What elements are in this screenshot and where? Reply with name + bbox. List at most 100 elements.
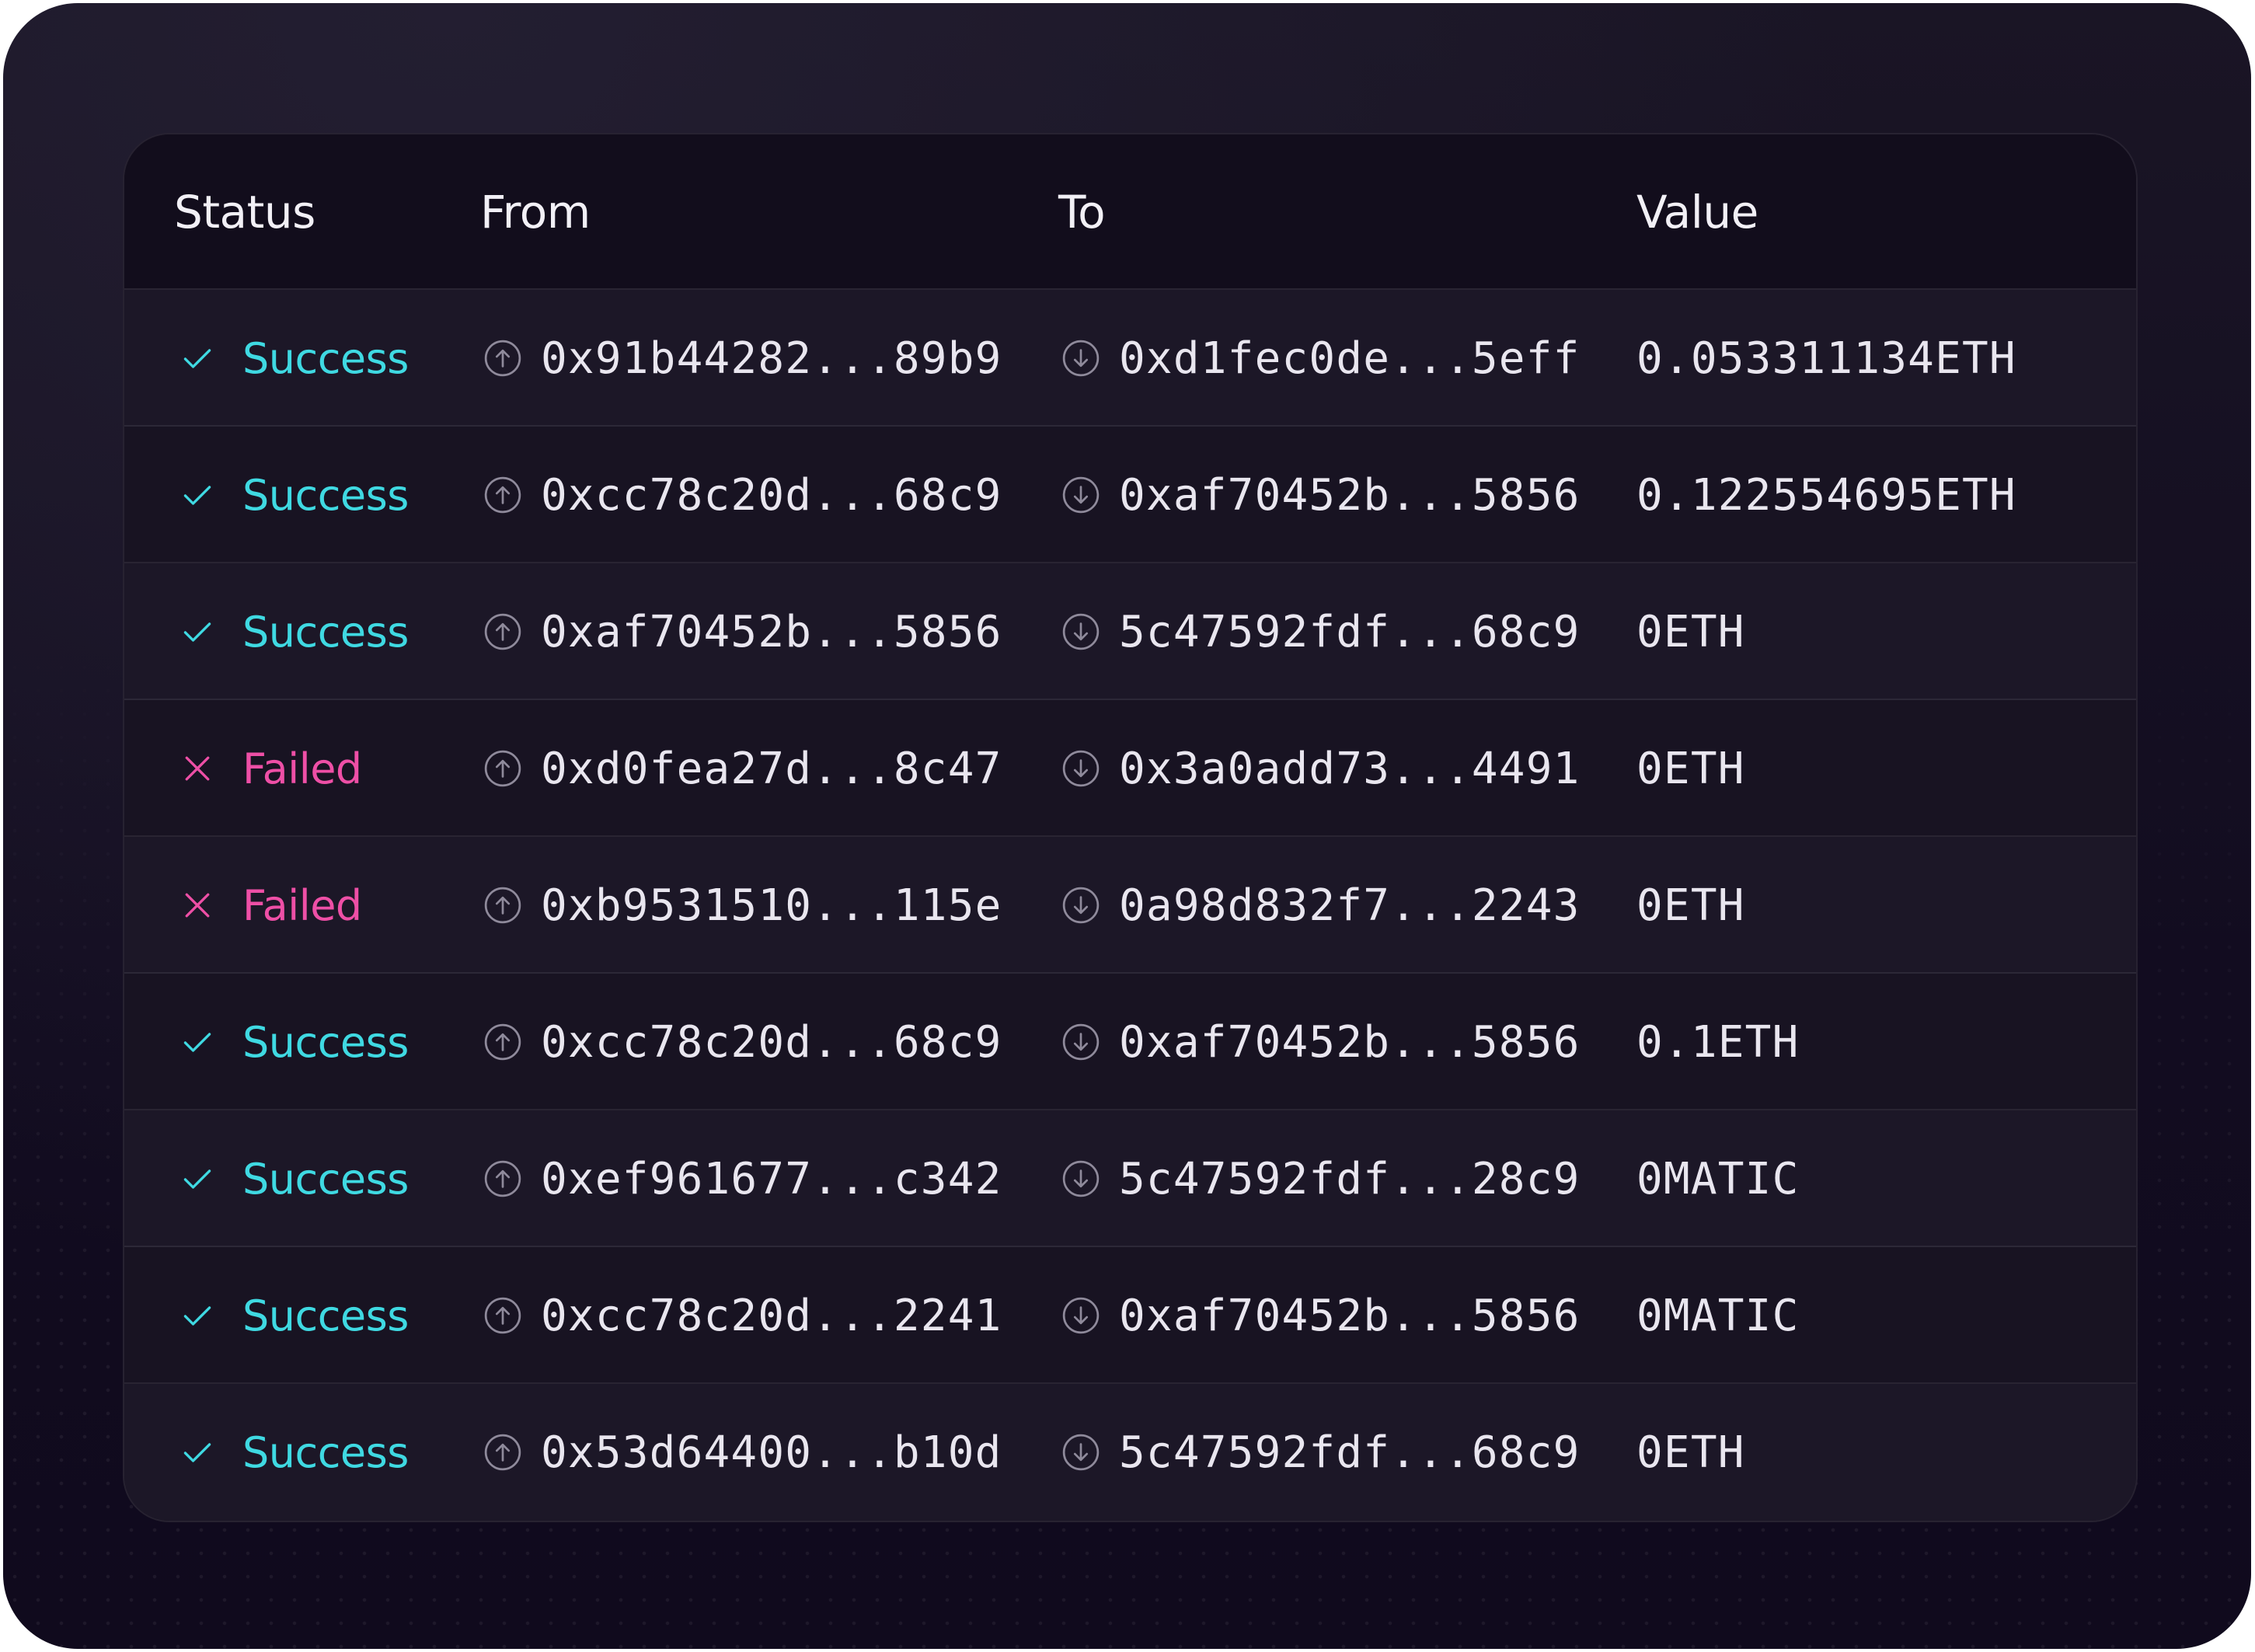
arrow-down-circle-icon <box>1062 476 1100 514</box>
arrow-up-circle-icon <box>484 613 521 650</box>
value-cell: 0ETH <box>1636 837 1745 974</box>
arrow-down-circle-icon <box>1062 1434 1100 1471</box>
from-address[interactable]: 0xef961677...c342 <box>541 1154 1002 1204</box>
status-label: Failed <box>242 744 362 793</box>
arrow-up-circle-icon <box>484 1160 521 1197</box>
from-cell: 0xaf70452b...5856 <box>483 563 1002 700</box>
to-cell: 0xaf70452b...5856 <box>1061 1247 1581 1384</box>
column-header-value[interactable]: Value <box>1636 134 1758 290</box>
checkmark-icon <box>183 349 211 368</box>
arrow-down-circle-icon <box>1062 1023 1100 1061</box>
x-icon <box>185 756 210 781</box>
status-label: Failed <box>242 880 362 930</box>
x-icon <box>185 893 210 918</box>
table-row[interactable]: Success 0x53d64400...b10d 5c47592fdf...68c… <box>124 1384 2136 1521</box>
from-address[interactable]: 0x53d64400...b10d <box>541 1427 1002 1478</box>
to-address[interactable]: 0xd1fec0de...5eff <box>1119 333 1581 384</box>
value-amount: 0.053311134ETH <box>1636 333 2016 384</box>
value-amount: 0.1ETH <box>1636 1016 1800 1068</box>
table-row[interactable]: Success 0xef961677...c342 5c47592fdf...28c… <box>124 1110 2136 1247</box>
value-cell: 0ETH <box>1636 563 1745 700</box>
column-header-to[interactable]: To <box>1058 134 1106 290</box>
to-address[interactable]: 0xaf70452b...5856 <box>1119 1291 1581 1341</box>
from-cell: 0xcc78c20d...2241 <box>483 1247 1002 1384</box>
to-cell: 5c47592fdf...68c9 <box>1061 1384 1581 1521</box>
checkmark-icon <box>183 622 211 642</box>
column-header-from[interactable]: From <box>480 134 591 290</box>
checkmark-icon <box>183 1306 211 1326</box>
to-address[interactable]: 0xaf70452b...5856 <box>1119 470 1581 521</box>
to-address[interactable]: 0a98d832f7...2243 <box>1119 880 1581 931</box>
to-cell: 0x3a0add73...4491 <box>1061 700 1581 837</box>
from-cell: 0xcc78c20d...68c9 <box>483 427 1002 563</box>
from-address[interactable]: 0xcc78c20d...2241 <box>541 1291 1002 1341</box>
column-header-status[interactable]: Status <box>174 134 315 290</box>
from-cell: 0xd0fea27d...8c47 <box>483 700 1002 837</box>
status-label: Success <box>242 1017 409 1067</box>
arrow-down-circle-icon <box>1062 1160 1100 1197</box>
to-address[interactable]: 0x3a0add73...4491 <box>1119 744 1581 794</box>
arrow-up-circle-icon <box>484 476 521 514</box>
to-address[interactable]: 5c47592fdf...28c9 <box>1119 1154 1581 1204</box>
from-cell: 0xb9531510...115e <box>483 837 1002 974</box>
from-address[interactable]: 0xcc78c20d...68c9 <box>541 1017 1002 1068</box>
table-row[interactable]: Success 0x91b44282...89b9 0xd1fec0de...5ef… <box>124 290 2136 427</box>
to-cell: 0a98d832f7...2243 <box>1061 837 1581 974</box>
arrow-up-circle-icon <box>484 340 521 377</box>
from-address[interactable]: 0x91b44282...89b9 <box>541 333 1002 384</box>
status-cell: Failed <box>180 700 362 837</box>
table-header: Status From To Value <box>124 134 2136 290</box>
to-cell: 5c47592fdf...28c9 <box>1061 1110 1581 1247</box>
value-cell: 0.122554695ETH <box>1636 427 2016 563</box>
status-label: Success <box>242 607 409 657</box>
transactions-table: Status From To Value Success 0x91b44282..… <box>123 133 2138 1522</box>
to-address[interactable]: 5c47592fdf...68c9 <box>1119 607 1581 657</box>
table-body: Success 0x91b44282...89b9 0xd1fec0de...5ef… <box>124 290 2136 1521</box>
table-row[interactable]: Success 0xcc78c20d...68c9 0xaf70452b...585… <box>124 974 2136 1110</box>
table-row[interactable]: Failed 0xd0fea27d...8c47 0x3a0add73...4491… <box>124 700 2136 837</box>
arrow-down-circle-icon <box>1062 887 1100 924</box>
table-row[interactable]: Failed 0xb9531510...115e 0a98d832f7...2243… <box>124 837 2136 974</box>
value-cell: 0MATIC <box>1636 1247 1800 1384</box>
to-cell: 5c47592fdf...68c9 <box>1061 563 1581 700</box>
from-cell: 0xef961677...c342 <box>483 1110 1002 1247</box>
to-cell: 0xd1fec0de...5eff <box>1061 290 1581 427</box>
value-cell: 0MATIC <box>1636 1110 1800 1247</box>
app-frame: Status From To Value Success 0x91b44282..… <box>3 3 2251 1649</box>
value-amount: 0ETH <box>1636 606 1745 657</box>
value-amount: 0ETH <box>1636 743 1745 794</box>
status-cell: Success <box>180 563 409 700</box>
arrow-down-circle-icon <box>1062 750 1100 787</box>
status-cell: Failed <box>180 837 362 974</box>
checkmark-icon <box>183 1169 211 1189</box>
status-label: Success <box>242 333 409 383</box>
from-cell: 0x91b44282...89b9 <box>483 290 1002 427</box>
status-cell: Success <box>180 1110 409 1247</box>
status-label: Success <box>242 470 409 520</box>
status-cell: Success <box>180 427 409 563</box>
checkmark-icon <box>183 1443 211 1462</box>
status-label: Success <box>242 1291 409 1340</box>
arrow-down-circle-icon <box>1062 340 1100 377</box>
table-row[interactable]: Success 0xcc78c20d...2241 0xaf70452b...585… <box>124 1247 2136 1384</box>
value-amount: 0ETH <box>1636 880 1745 931</box>
status-cell: Success <box>180 1384 409 1521</box>
status-cell: Success <box>180 290 409 427</box>
to-address[interactable]: 5c47592fdf...68c9 <box>1119 1427 1581 1478</box>
from-address[interactable]: 0xb9531510...115e <box>541 880 1002 931</box>
from-address[interactable]: 0xcc78c20d...68c9 <box>541 470 1002 521</box>
checkmark-icon <box>183 1033 211 1052</box>
value-cell: 0.053311134ETH <box>1636 290 2016 427</box>
from-address[interactable]: 0xd0fea27d...8c47 <box>541 744 1002 794</box>
value-cell: 0ETH <box>1636 700 1745 837</box>
table-row[interactable]: Success 0xcc78c20d...68c9 0xaf70452b...585… <box>124 427 2136 563</box>
value-amount: 0.122554695ETH <box>1636 469 2016 521</box>
to-cell: 0xaf70452b...5856 <box>1061 974 1581 1110</box>
table-row[interactable]: Success 0xaf70452b...5856 5c47592fdf...68c… <box>124 563 2136 700</box>
to-address[interactable]: 0xaf70452b...5856 <box>1119 1017 1581 1068</box>
arrow-up-circle-icon <box>484 1297 521 1334</box>
value-amount: 0MATIC <box>1636 1153 1800 1204</box>
status-cell: Success <box>180 974 409 1110</box>
arrow-down-circle-icon <box>1062 613 1100 650</box>
from-address[interactable]: 0xaf70452b...5856 <box>541 607 1002 657</box>
